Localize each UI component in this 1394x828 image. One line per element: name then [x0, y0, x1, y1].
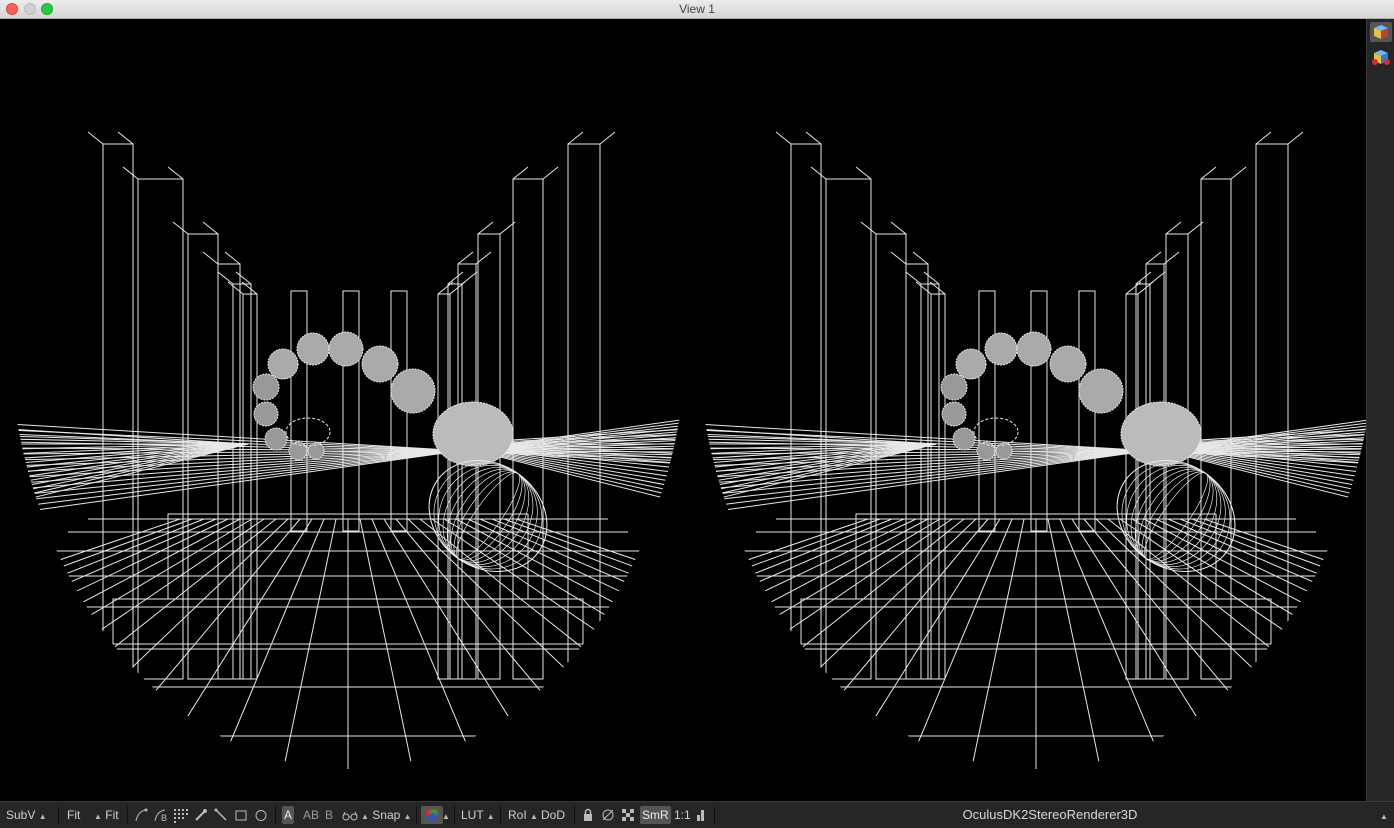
bspline-tool-icon[interactable]: B [153, 807, 169, 823]
divider [416, 806, 417, 824]
smooth-resize-button[interactable]: SmR [640, 806, 671, 824]
caret-up-icon: ▲ [38, 812, 47, 821]
renderer-name: OculusDK2StereoRenderer3D [962, 807, 1138, 822]
ellipse-tool-icon[interactable] [253, 807, 269, 823]
caret-up-icon: ▲ [486, 812, 495, 821]
grid-tool-icon[interactable] [173, 807, 189, 823]
stereo-glasses-icon[interactable] [342, 807, 358, 823]
divider [127, 806, 128, 824]
svg-text:B: B [161, 813, 167, 823]
subview-button[interactable]: SubV ▲ [6, 806, 47, 824]
checkerboard-icon[interactable] [620, 807, 636, 823]
dod-button[interactable]: DoD [541, 806, 565, 824]
divider [500, 806, 501, 824]
left-eye-view [8, 131, 688, 769]
subview-label: SubV [6, 808, 36, 822]
caret-up-icon: ▲ [403, 812, 412, 821]
divider [275, 806, 276, 824]
stereo-view-cube-icon[interactable] [1370, 47, 1392, 67]
snap-label: Snap [372, 808, 401, 822]
no-cache-icon[interactable] [600, 807, 616, 823]
lut-label: LUT [461, 808, 484, 822]
lut-button[interactable]: LUT ▲ [461, 806, 495, 824]
viewer-bottom-toolbar: SubV ▲ Fit ▲ Fit B A AB B ▲ Snap ▲ ▲ LUT… [0, 801, 1394, 828]
rgb-channels-icon [426, 809, 438, 821]
buffer-b-button[interactable]: B [325, 806, 333, 824]
roi-label: RoI [508, 808, 527, 822]
fit-menu-label: Fit [105, 808, 119, 822]
scale-1-to-1-button[interactable]: 1:1 [674, 806, 691, 824]
stereo-viewport[interactable] [0, 19, 1366, 801]
wand-tool-icon[interactable] [213, 807, 229, 823]
divider [454, 806, 455, 824]
caret-up-icon: ▲ [442, 812, 450, 821]
caret-up-icon: ▲ [94, 812, 102, 821]
divider [714, 806, 715, 824]
lock-icon[interactable] [580, 807, 596, 823]
channel-menu-arrow[interactable]: ▲ [442, 806, 450, 824]
polyline-tool-icon[interactable] [134, 807, 150, 823]
rectangle-tool-icon[interactable] [233, 807, 249, 823]
window-titlebar: View 1 [0, 0, 1394, 19]
window-title: View 1 [679, 2, 715, 16]
caret-up-icon: ▲ [1380, 812, 1388, 821]
3d-view-cube-icon[interactable] [1370, 22, 1392, 42]
caret-up-icon: ▲ [361, 812, 369, 821]
view-side-toolbar [1366, 19, 1394, 801]
caret-up-icon: ▲ [530, 812, 538, 821]
fit-button[interactable]: Fit [67, 806, 80, 824]
snap-button[interactable]: ▲ Snap ▲ [361, 806, 412, 824]
divider [58, 806, 59, 824]
buffer-a-button[interactable]: A [282, 806, 295, 824]
histogram-icon[interactable] [694, 807, 710, 823]
paint-brush-icon[interactable] [193, 807, 209, 823]
channel-color-button[interactable] [421, 806, 443, 824]
toolbar-options-arrow[interactable]: ▲ [1380, 806, 1388, 824]
buffer-ab-button[interactable]: AB [303, 806, 319, 824]
roi-button[interactable]: RoI ▲ [508, 806, 538, 824]
wireframe-scene [8, 131, 1366, 769]
divider [574, 806, 575, 824]
fit-menu-button[interactable]: ▲ Fit [94, 806, 119, 824]
